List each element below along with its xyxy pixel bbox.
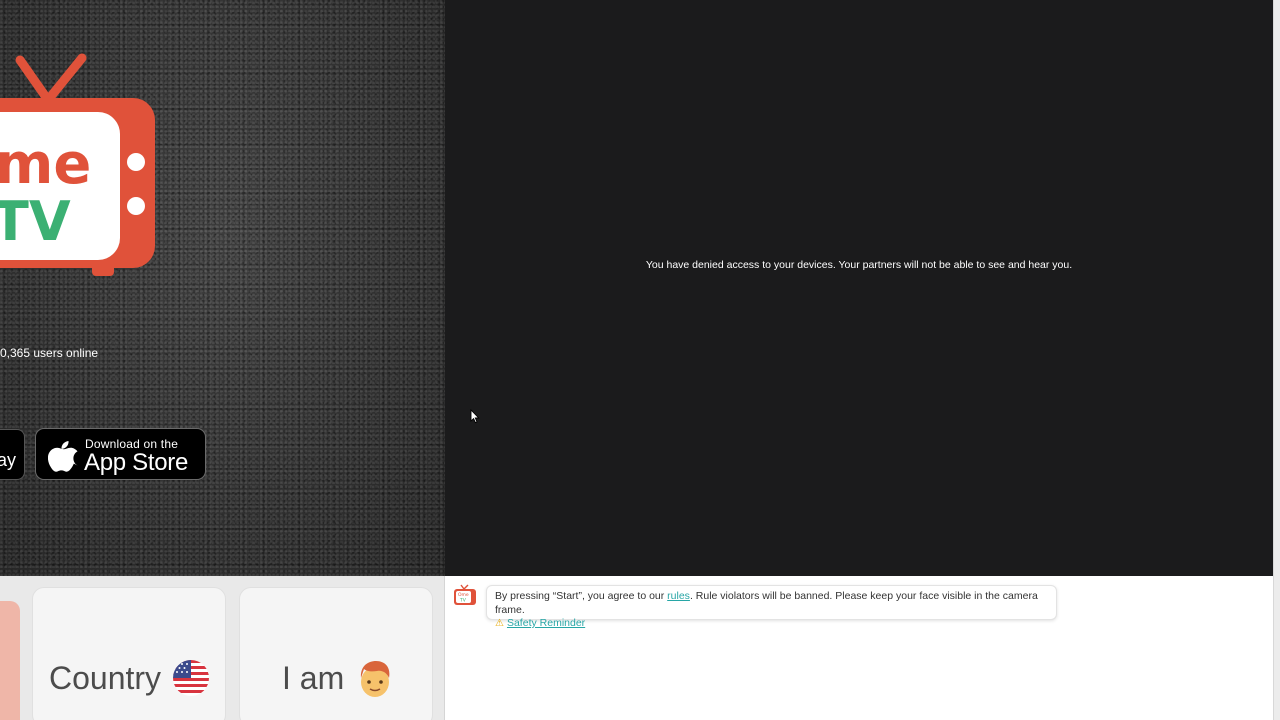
device-denied-message: You have denied access to your devices. … <box>645 259 1073 271</box>
page-scrollbar[interactable] <box>1273 0 1280 720</box>
logo-text-tv: TV <box>0 190 71 253</box>
warning-icon: ⚠ <box>495 618 504 629</box>
safety-line: ⚠ Safety Reminder <box>495 617 1048 631</box>
partner-video-panel: You have denied access to your devices. … <box>445 0 1273 576</box>
country-label: Country <box>49 660 162 696</box>
notice-prefix: By pressing “Start”, you agree to our <box>495 590 668 602</box>
app-root: me TV 0,365 users online ay Download on … <box>0 0 1280 720</box>
gender-filter-button[interactable]: I am <box>239 587 433 720</box>
google-play-label: ay <box>0 450 16 470</box>
controls-panel: Country I am <box>0 576 445 720</box>
safety-reminder-link[interactable]: Safety Reminder <box>507 617 585 629</box>
local-video-panel: me TV 0,365 users online ay Download on … <box>0 0 445 576</box>
start-button[interactable] <box>0 601 20 720</box>
rules-notice-line: By pressing “Start”, you agree to our ru… <box>495 590 1048 617</box>
google-play-button[interactable]: ay <box>0 429 25 480</box>
mouse-cursor-icon <box>470 409 480 424</box>
rules-notice: By pressing “Start”, you agree to our ru… <box>486 585 1057 629</box>
iam-label: I am <box>282 660 345 696</box>
ometv-logo: me TV <box>0 53 155 276</box>
us-flag-icon <box>173 660 209 696</box>
svg-text:Ome: Ome <box>458 592 469 598</box>
ometv-avatar-icon: Ome TV <box>454 584 476 605</box>
svg-text:TV: TV <box>459 598 467 604</box>
app-store-big-text: App Store <box>84 449 189 476</box>
chat-panel: Ome TV By pressing “Start”, you agree to… <box>445 576 1273 720</box>
country-filter-button[interactable]: Country <box>32 587 226 720</box>
online-users-count: 0,365 users online <box>0 346 99 360</box>
rules-link[interactable]: rules <box>667 590 690 602</box>
logo-text-me: me <box>0 132 91 197</box>
boy-face-icon <box>360 661 390 697</box>
apple-icon <box>48 441 78 472</box>
app-store-button[interactable]: Download on the App Store <box>35 428 206 480</box>
